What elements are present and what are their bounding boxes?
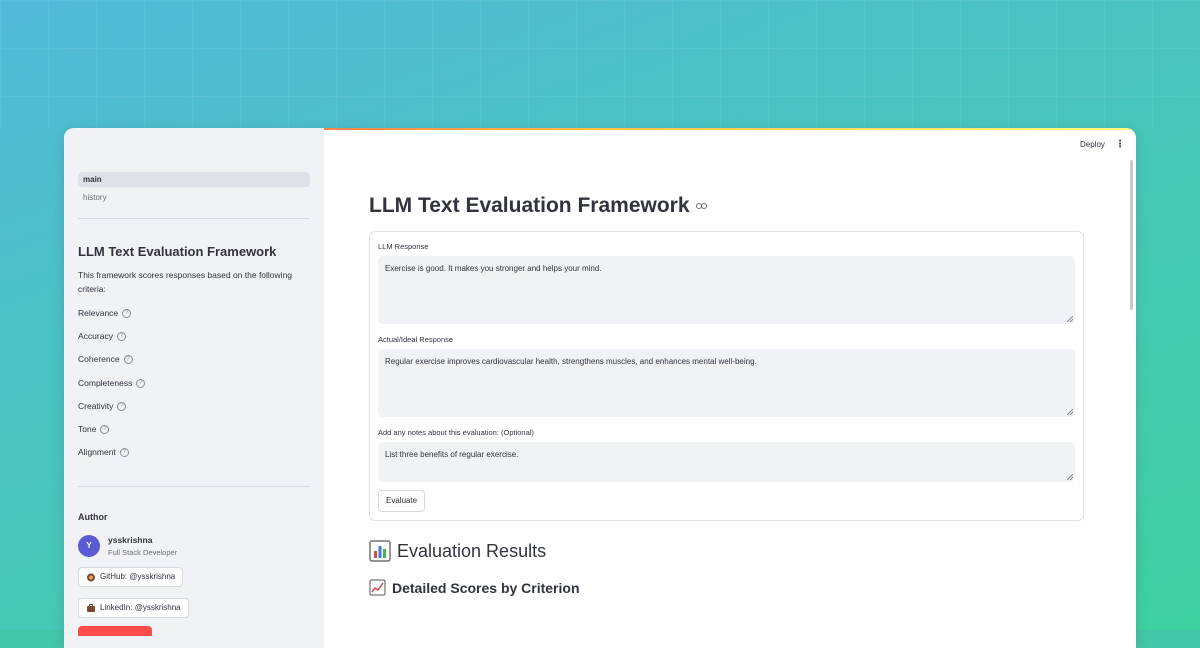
resize-handle-icon[interactable] (1067, 316, 1073, 322)
criterion-label: Coherence (78, 354, 120, 364)
page-title: LLM Text Evaluation Framework (369, 194, 707, 218)
sidebar-divider (78, 486, 310, 487)
avatar: Y (78, 535, 100, 557)
scrollbar[interactable] (1130, 160, 1133, 310)
help-icon[interactable]: ? (136, 378, 146, 388)
help-icon[interactable]: ? (122, 308, 132, 318)
criterion-creativity: Creativity ? (78, 401, 127, 411)
criterion-label: Creativity (78, 401, 114, 411)
linkedin-link-label: LinkedIn: @ysskrishna (100, 603, 181, 612)
github-link-label: GitHub: @ysskrishna (100, 572, 176, 581)
llm-response-text: Exercise is good. It makes you stronger … (385, 264, 602, 273)
help-icon[interactable]: ? (123, 354, 133, 364)
linkedin-link-button[interactable]: LinkedIn: @ysskrishna (78, 598, 189, 618)
briefcase-icon (87, 604, 95, 612)
criterion-completeness: Completeness ? (78, 378, 146, 388)
page-title-text: LLM Text Evaluation Framework (369, 194, 690, 217)
github-link-button[interactable]: GitHub: @ysskrishna (78, 567, 184, 587)
sidebar-nav-main[interactable]: main (78, 172, 310, 187)
detailed-scores-heading-text: Detailed Scores by Criterion (392, 579, 580, 596)
llm-response-label: LLM Response (378, 242, 429, 251)
trend-chart-icon (369, 579, 386, 596)
criterion-coherence: Coherence ? (78, 354, 133, 364)
link-icon[interactable] (695, 202, 707, 210)
criterion-label: Alignment (78, 447, 116, 457)
criterion-accuracy: Accuracy ? (78, 331, 126, 341)
evaluate-button[interactable]: Evaluate (378, 490, 426, 512)
criterion-tone: Tone ? (78, 424, 110, 434)
help-icon[interactable]: ? (117, 401, 127, 411)
help-icon[interactable]: ? (100, 424, 110, 434)
author-name: ysskrishna (108, 535, 153, 545)
ideal-response-text: Regular exercise improves cardiovascular… (385, 357, 757, 366)
notes-label: Add any notes about this evaluation: (Op… (378, 428, 534, 437)
help-icon[interactable]: ? (116, 331, 126, 341)
ideal-response-label: Actual/Ideal Response (378, 335, 454, 344)
notes-text: List three benefits of regular exercise. (385, 450, 519, 459)
criterion-label: Completeness (78, 378, 133, 388)
ideal-response-textarea[interactable]: Regular exercise improves cardiovascular… (378, 349, 1075, 417)
deploy-button[interactable]: Deploy (1080, 140, 1105, 149)
app-window: main history LLM Text Evaluation Framewo… (64, 128, 1136, 648)
criterion-label: Relevance (78, 308, 119, 318)
main-menu-icon[interactable]: ⋮ (1115, 139, 1125, 150)
background-grid (0, 0, 1200, 130)
red-action-button[interactable] (78, 626, 152, 636)
github-icon (87, 573, 95, 582)
sidebar-nav-history[interactable]: history (78, 190, 310, 205)
detailed-scores-heading: Detailed Scores by Criterion (369, 579, 580, 596)
notes-textarea[interactable]: List three benefits of regular exercise. (378, 442, 1075, 482)
sidebar-description: This framework scores responses based on… (78, 270, 293, 294)
evaluation-form: LLM Response Exercise is good. It makes … (369, 231, 1084, 521)
criterion-alignment: Alignment ? (78, 447, 129, 457)
author-role: Full Stack Developer (108, 548, 178, 557)
help-icon[interactable]: ? (119, 447, 129, 457)
results-heading-text: Evaluation Results (397, 540, 547, 561)
results-heading: Evaluation Results (369, 540, 546, 562)
criterion-label: Tone (78, 424, 97, 434)
sidebar-title: LLM Text Evaluation Framework (78, 244, 277, 259)
bar-chart-icon (369, 540, 391, 562)
sidebar: main history LLM Text Evaluation Framewo… (64, 128, 324, 648)
criterion-relevance: Relevance ? (78, 308, 132, 318)
resize-handle-icon[interactable] (1067, 409, 1073, 415)
llm-response-textarea[interactable]: Exercise is good. It makes you stronger … (378, 256, 1075, 324)
resize-handle-icon[interactable] (1067, 474, 1073, 480)
criterion-label: Accuracy (78, 331, 113, 341)
sidebar-divider (78, 218, 310, 219)
author-heading: Author (78, 512, 108, 522)
